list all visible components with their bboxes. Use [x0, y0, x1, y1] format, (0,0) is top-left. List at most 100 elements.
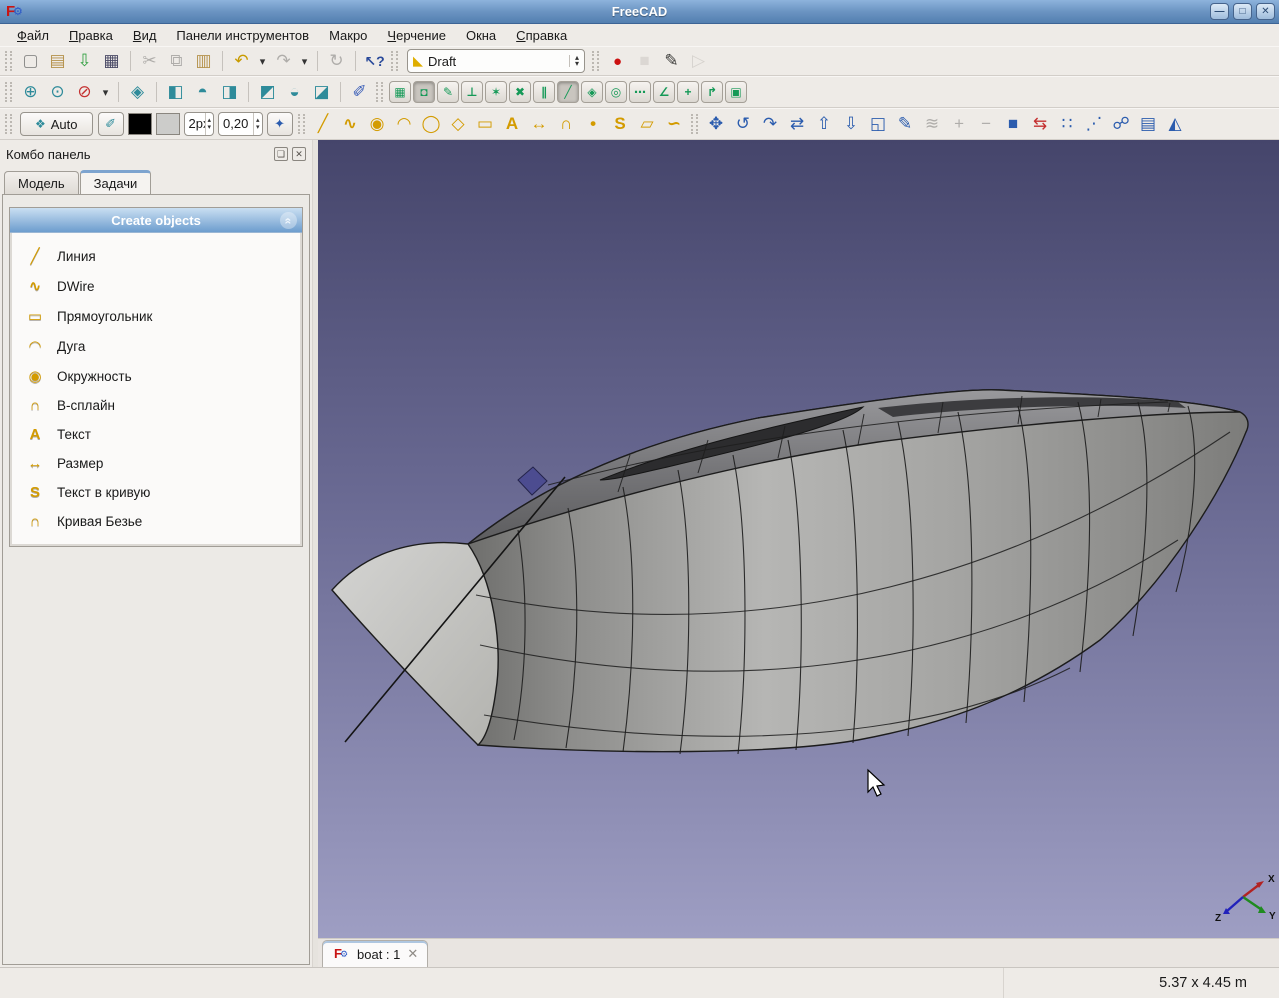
print-button[interactable]: ▦ — [98, 48, 125, 74]
save-button[interactable]: ⇩ — [71, 48, 98, 74]
draft-ellipse-button[interactable]: ◯ — [418, 111, 445, 137]
snap-grid-toggle-button[interactable]: ▣ — [725, 81, 747, 103]
task-item-line[interactable]: ╱Линия — [12, 241, 300, 271]
text-scale-spinbox[interactable]: 0,20 ▴▾ — [218, 112, 263, 136]
draw-style-dropdown[interactable]: ▾ — [98, 79, 113, 105]
toolbar-grip[interactable] — [5, 114, 12, 134]
axonometric-view-button[interactable]: ◈ — [124, 79, 151, 105]
bottom-view-button[interactable]: ◒ — [281, 79, 308, 105]
open-file-button[interactable]: ▤ — [44, 48, 71, 74]
snap-ortho-button[interactable]: ↱ — [701, 81, 723, 103]
draft-to-sketch-button[interactable]: ⇆ — [1027, 111, 1054, 137]
mirror-button[interactable]: ◭ — [1162, 111, 1189, 137]
face-color-swatch[interactable] — [156, 113, 180, 135]
3d-viewport[interactable]: X Y Z — [318, 140, 1279, 938]
draft-rectangle-button[interactable]: ▭ — [472, 111, 499, 137]
move-button[interactable]: ✥ — [703, 111, 730, 137]
working-plane-button[interactable]: ❖ Auto — [20, 112, 93, 136]
workbench-selector[interactable]: ◣ Draft ▴ ▾ — [407, 49, 585, 73]
scale-button[interactable]: ◱ — [865, 111, 892, 137]
draft-point-button[interactable]: • — [580, 111, 607, 137]
macro-stop-button[interactable]: ■ — [631, 48, 658, 74]
menu-windows[interactable]: Окна — [457, 26, 505, 45]
tab-close-button[interactable]: ✕ — [407, 946, 418, 962]
new-file-button[interactable]: ▢ — [17, 48, 44, 74]
menu-macro[interactable]: Макро — [320, 26, 376, 45]
snap-midpoint-button[interactable]: + — [677, 81, 699, 103]
draft-shapestring-button[interactable]: S — [607, 111, 634, 137]
array-button[interactable]: ∷ — [1054, 111, 1081, 137]
task-item-bspline[interactable]: ∩B-сплайн — [12, 391, 300, 420]
task-item-circle[interactable]: ◉Окружность — [12, 361, 300, 391]
draft-facebinder-button[interactable]: ▱ — [634, 111, 661, 137]
task-item-dwire[interactable]: ∿DWire — [12, 271, 300, 301]
whats-this-button[interactable]: ↖? — [361, 48, 388, 74]
task-item-bezier[interactable]: ∩Кривая Безье — [12, 507, 300, 536]
draw-style-button[interactable]: ⊘ — [71, 79, 98, 105]
menu-help[interactable]: Справка — [507, 26, 576, 45]
macro-record-button[interactable]: ● — [604, 48, 631, 74]
refresh-button[interactable]: ↻ — [323, 48, 350, 74]
draft-wire-button[interactable]: ∿ — [337, 111, 364, 137]
toolbar-grip[interactable] — [5, 82, 12, 102]
upgrade-button[interactable]: ⇧ — [811, 111, 838, 137]
snap-special-button[interactable]: ✶ — [485, 81, 507, 103]
draft-polygon-button[interactable]: ◇ — [445, 111, 472, 137]
path-array-button[interactable]: ⋰ — [1081, 111, 1108, 137]
menu-file[interactable]: Файл — [8, 26, 58, 45]
collapse-section-button[interactable]: « — [280, 212, 297, 229]
redo-button[interactable]: ↷ — [270, 48, 297, 74]
snap-parallel-button[interactable]: ∥ — [533, 81, 555, 103]
snap-angle-button[interactable]: ∠ — [653, 81, 675, 103]
task-item-text[interactable]: AТекст — [12, 420, 300, 449]
undo-dropdown-button[interactable]: ▾ — [255, 48, 270, 74]
toolbar-grip[interactable] — [376, 82, 383, 102]
macro-edit-button[interactable]: ✎ — [658, 48, 685, 74]
box-zoom-button[interactable]: ⊙ — [44, 79, 71, 105]
cut-button[interactable]: ✂ — [136, 48, 163, 74]
copy-button[interactable]: ⧉ — [163, 48, 190, 74]
toolbar-grip[interactable] — [5, 51, 12, 71]
left-view-button[interactable]: ◪ — [308, 79, 335, 105]
task-item-rectangle[interactable]: ▭Прямоугольник — [12, 301, 300, 331]
menu-draft[interactable]: Черчение — [378, 26, 455, 45]
apply-style-button[interactable]: ✦ — [267, 112, 293, 136]
undo-button[interactable]: ↶ — [228, 48, 255, 74]
menu-edit[interactable]: Правка — [60, 26, 122, 45]
tab-model[interactable]: Модель — [4, 171, 79, 194]
rotate-button[interactable]: ↺ — [730, 111, 757, 137]
macro-play-button[interactable]: ▷ — [685, 48, 712, 74]
top-view-button[interactable]: ◓ — [189, 79, 216, 105]
fit-all-button[interactable]: ⊕ — [17, 79, 44, 105]
construction-mode-button[interactable]: ✐ — [98, 112, 124, 136]
snap-center-button[interactable]: ◈ — [581, 81, 603, 103]
edit-object-button[interactable]: ✎ — [892, 111, 919, 137]
paste-button[interactable]: ▥ — [190, 48, 217, 74]
minimize-button[interactable]: — — [1210, 3, 1229, 20]
dock-close-button[interactable]: ✕ — [292, 147, 306, 161]
maximize-button[interactable]: □ — [1233, 3, 1252, 20]
toolbar-grip[interactable] — [592, 51, 599, 71]
task-item-dimension[interactable]: ↔Размер — [12, 449, 300, 478]
shape-2d-view-button[interactable]: ■ — [1000, 111, 1027, 137]
line-width-spinbox[interactable]: 2px ▴▾ — [184, 112, 215, 136]
menu-toolbars[interactable]: Панели инструментов — [167, 26, 318, 45]
toolbar-grip[interactable] — [298, 114, 305, 134]
snap-perpendicular-button[interactable]: ⊥ — [461, 81, 483, 103]
snap-endpoint-button[interactable]: ✎ — [437, 81, 459, 103]
draft-dimension-button[interactable]: ↔ — [526, 111, 553, 137]
clone-button[interactable]: ☍ — [1108, 111, 1135, 137]
task-item-shapestring[interactable]: SТекст в кривую — [12, 478, 300, 507]
dock-float-button[interactable]: ❏ — [274, 147, 288, 161]
document-tab-boat[interactable]: F ⚙ boat : 1 ✕ — [322, 940, 428, 967]
tab-tasks[interactable]: Задачи — [80, 170, 152, 194]
remove-point-button[interactable]: − — [973, 111, 1000, 137]
right-view-button[interactable]: ◨ — [216, 79, 243, 105]
line-color-swatch[interactable] — [128, 113, 152, 135]
trimex-button[interactable]: ⇄ — [784, 111, 811, 137]
menu-view[interactable]: Вид — [124, 26, 166, 45]
snap-concentric-button[interactable]: ◎ — [605, 81, 627, 103]
wire-to-bspline-button[interactable]: ≋ — [919, 111, 946, 137]
snap-grid-button[interactable]: ▦ — [389, 81, 411, 103]
snap-intersection-button[interactable]: ✖ — [509, 81, 531, 103]
